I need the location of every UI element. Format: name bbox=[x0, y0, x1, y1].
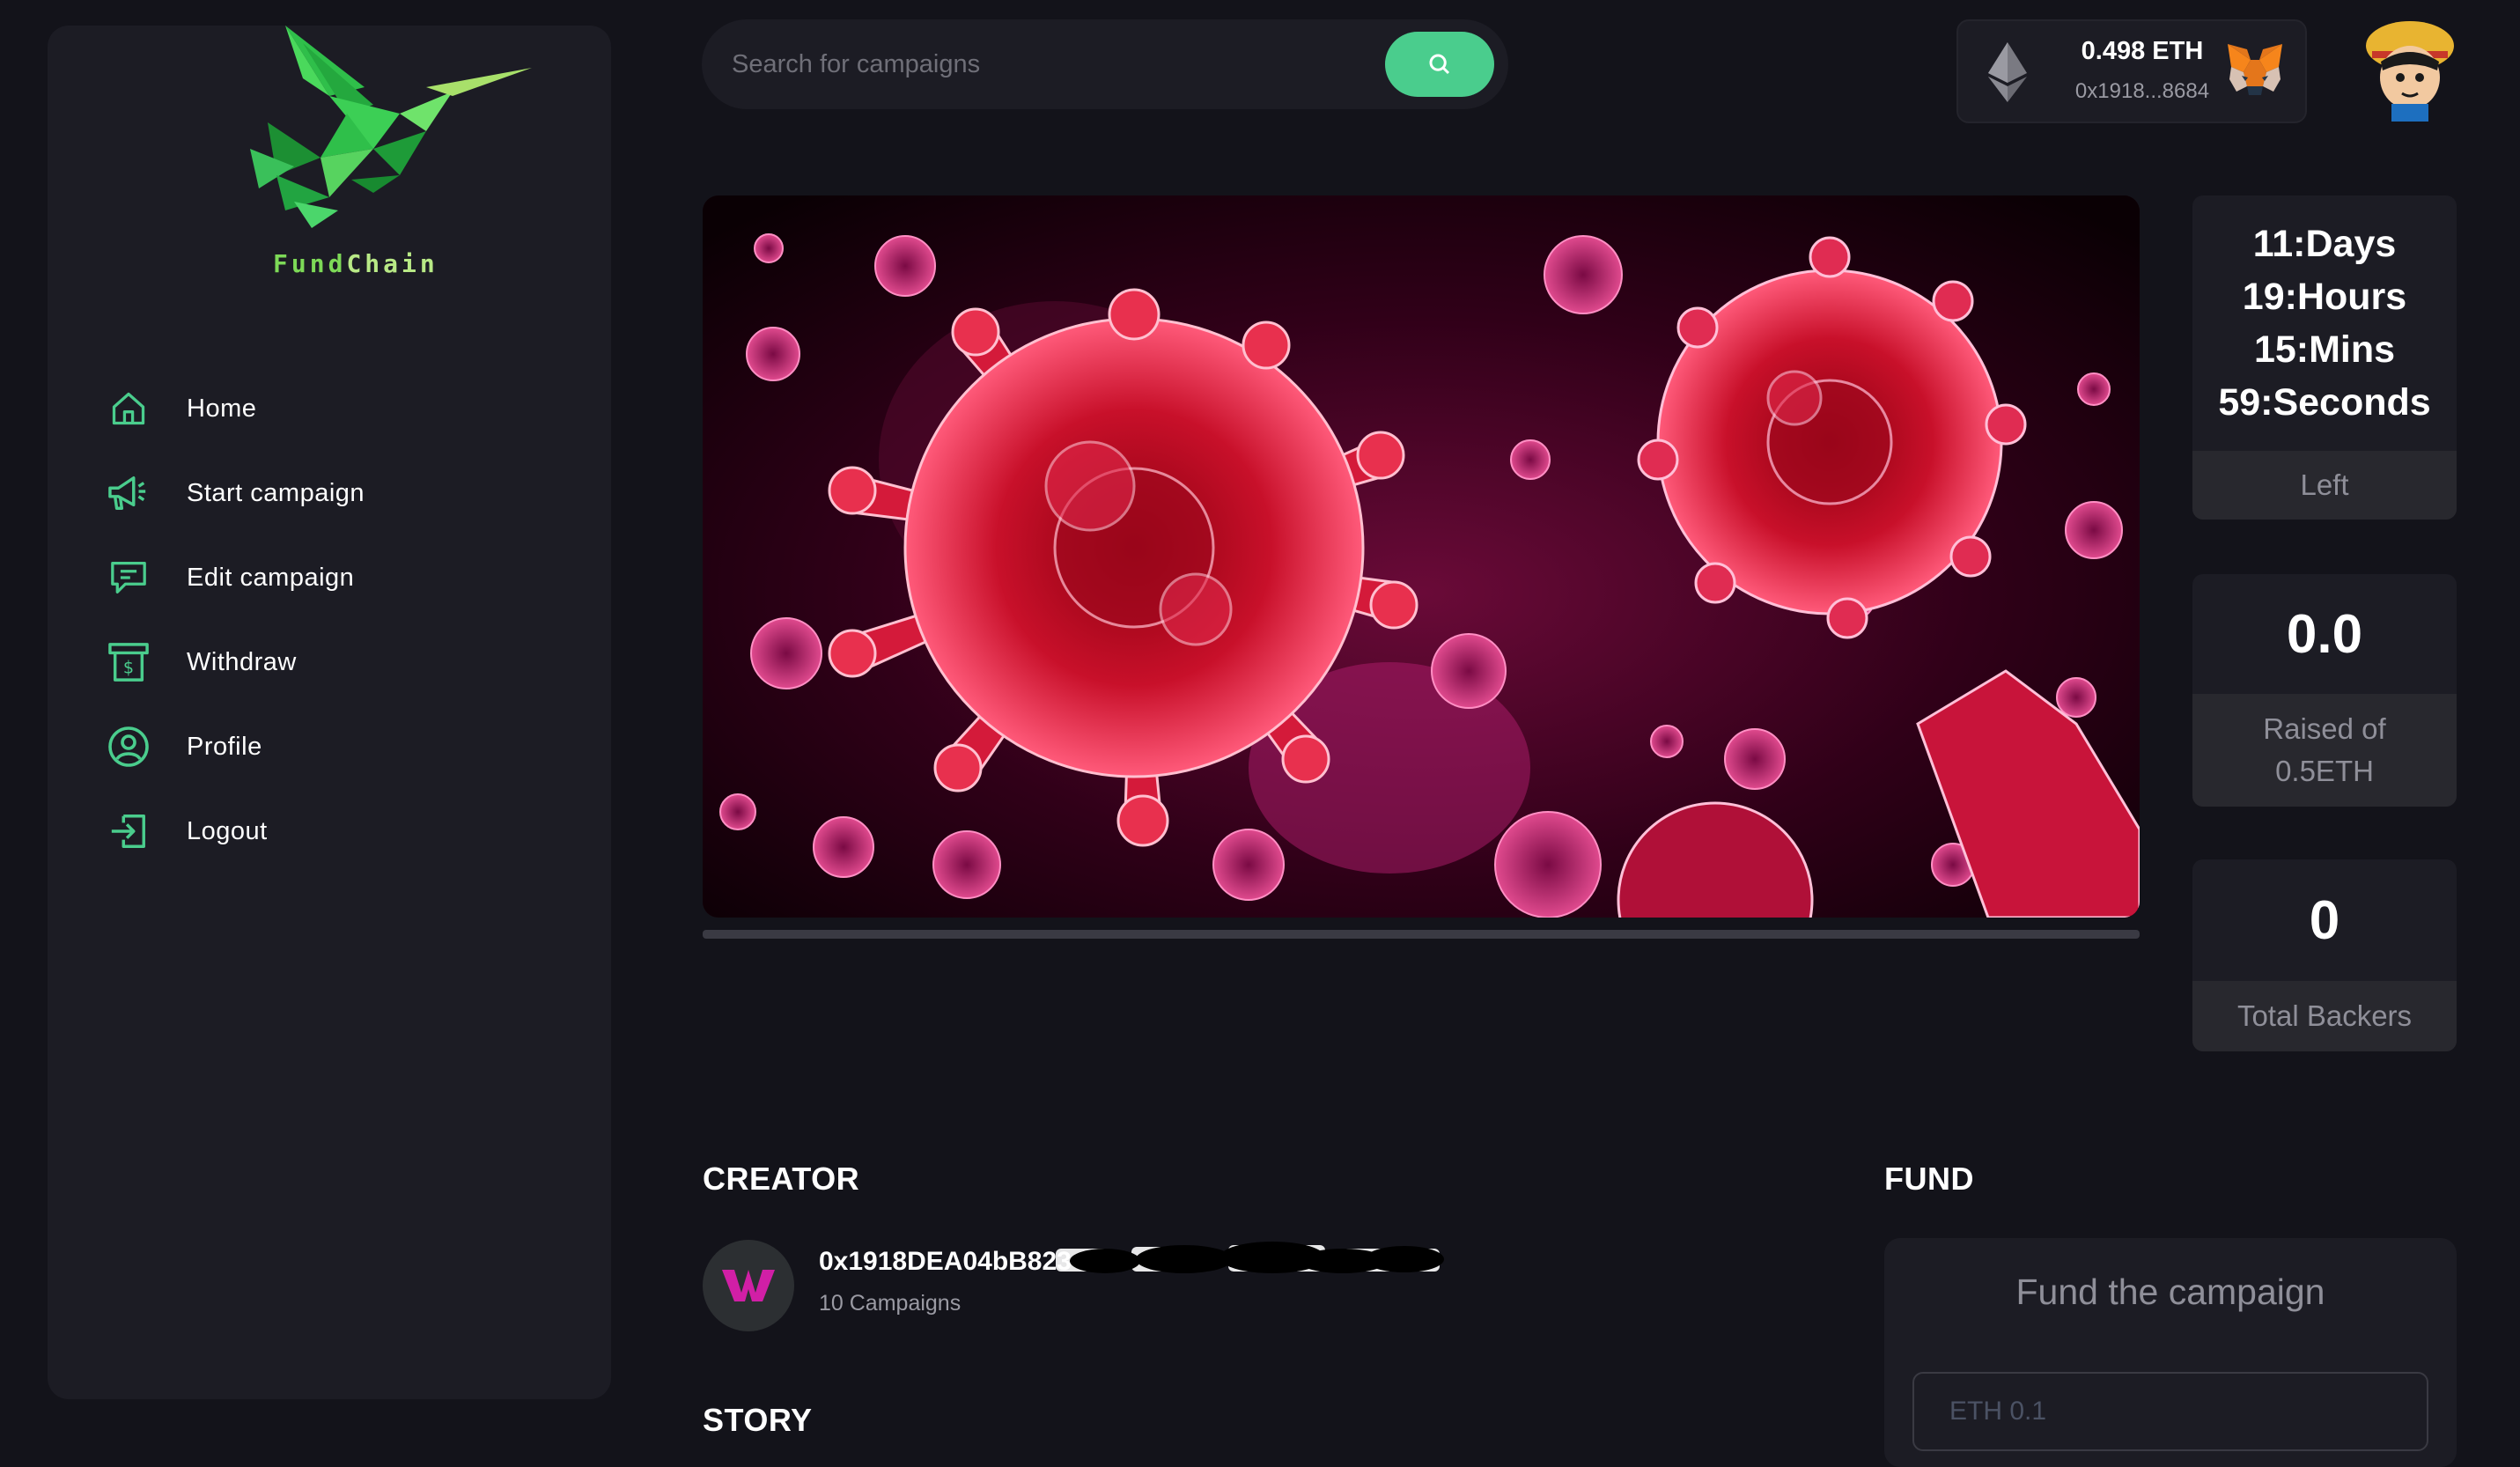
time-left-label: Left bbox=[2192, 451, 2457, 520]
fund-heading: FUND bbox=[1884, 1161, 1974, 1197]
timer-hours: 19:Hours bbox=[2242, 276, 2407, 318]
wallet-address: 0x1918...8684 bbox=[2074, 79, 2210, 103]
sidebar-item-profile[interactable]: Profile bbox=[104, 716, 562, 778]
metamask-fox-icon bbox=[2228, 44, 2282, 95]
fund-amount-input[interactable] bbox=[1912, 1372, 2428, 1451]
home-icon bbox=[104, 384, 153, 433]
sidebar-item-start-campaign[interactable]: Start campaign bbox=[104, 462, 562, 524]
redacted-mark bbox=[1056, 1242, 1444, 1273]
sidebar-item-label: Logout bbox=[187, 816, 268, 845]
megaphone-icon bbox=[104, 468, 153, 518]
sidebar-item-label: Start campaign bbox=[187, 478, 365, 507]
creator-avatar bbox=[703, 1240, 794, 1331]
creator-heading: CREATOR bbox=[703, 1161, 860, 1197]
timer-days: 11:Days bbox=[2252, 223, 2397, 265]
search-button[interactable] bbox=[1385, 32, 1494, 97]
timer-mins: 15:Mins bbox=[2253, 328, 2396, 371]
wallet-widget[interactable]: 0.498 ETH 0x1918...8684 bbox=[1956, 19, 2307, 123]
withdraw-icon: $ bbox=[104, 638, 153, 687]
fund-panel: Fund the campaign bbox=[1884, 1238, 2457, 1467]
search-bar bbox=[702, 19, 1508, 109]
sidebar-item-logout[interactable]: Logout bbox=[104, 800, 562, 862]
raised-card: 0.0 Raised of 0.5ETH bbox=[2192, 574, 2457, 807]
search-icon bbox=[1429, 54, 1450, 75]
wallet-balance: 0.498 ETH bbox=[2081, 37, 2204, 65]
creator-address[interactable]: 0x1918DEA04bB823 bbox=[819, 1247, 1072, 1277]
search-input[interactable] bbox=[730, 39, 1346, 90]
sidebar-item-label: Edit campaign bbox=[187, 563, 355, 592]
funding-progress-bar bbox=[703, 930, 2140, 939]
fund-title: Fund the campaign bbox=[2015, 1272, 2325, 1312]
logout-icon bbox=[104, 807, 153, 856]
edit-message-icon bbox=[104, 553, 153, 602]
creator-campaign-count: 10 Campaigns bbox=[819, 1291, 962, 1316]
backers-value: 0 bbox=[2309, 889, 2340, 951]
time-left-card: 11:Days 19:Hours 15:Mins 59:Seconds Left bbox=[2192, 195, 2457, 520]
sidebar-item-edit-campaign[interactable]: Edit campaign bbox=[104, 547, 562, 608]
raised-label: Raised of 0.5ETH bbox=[2192, 694, 2457, 807]
sidebar-item-home[interactable]: Home bbox=[104, 378, 562, 439]
creator-logo-icon bbox=[722, 1270, 775, 1301]
sidebar-item-withdraw[interactable]: $ Withdraw bbox=[104, 631, 562, 693]
brand-name: FundChain bbox=[273, 249, 438, 278]
sidebar-item-label: Home bbox=[187, 394, 257, 423]
profile-icon bbox=[104, 722, 153, 771]
campaign-image bbox=[703, 195, 2140, 918]
sidebar-item-label: Profile bbox=[187, 732, 262, 761]
timer-seconds: 59:Seconds bbox=[2218, 381, 2431, 424]
backers-label: Total Backers bbox=[2192, 981, 2457, 1051]
raised-value: 0.0 bbox=[2286, 603, 2363, 665]
sidebar: FundChain Home Start campaign Edit campa… bbox=[48, 26, 611, 1399]
ethereum-icon bbox=[1988, 42, 2027, 102]
backers-card: 0 Total Backers bbox=[2192, 859, 2457, 1051]
story-heading: STORY bbox=[703, 1402, 813, 1438]
avatar[interactable] bbox=[2362, 16, 2458, 122]
sidebar-item-label: Withdraw bbox=[187, 647, 297, 676]
svg-text:$: $ bbox=[123, 657, 134, 677]
